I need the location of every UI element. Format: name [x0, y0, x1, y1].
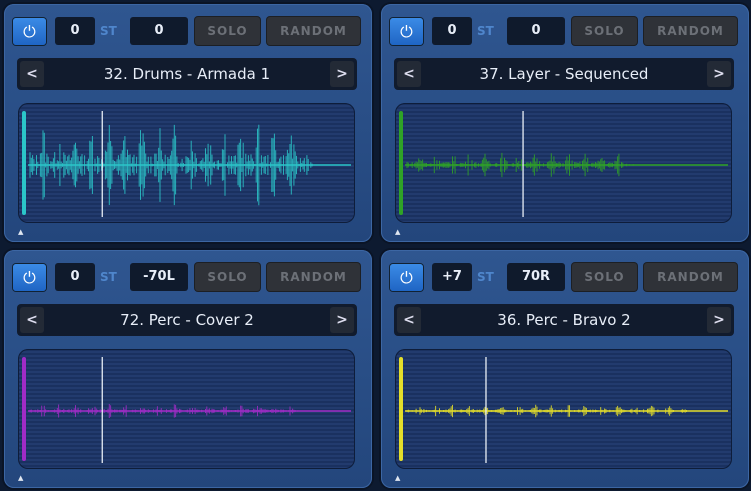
pan-field[interactable]: 0 — [130, 17, 188, 45]
prev-sample-button[interactable]: < — [20, 307, 44, 333]
sample-name[interactable]: 32. Drums - Armada 1 — [47, 58, 327, 90]
sample-slot-3: ⏻ 0 ST -70L SOLO RANDOM < 72. Perc - Cov… — [4, 250, 372, 488]
next-sample-button[interactable]: > — [330, 307, 354, 333]
tune-field[interactable]: 0 — [55, 17, 95, 45]
tune-field[interactable]: 0 — [55, 263, 95, 291]
random-button[interactable]: RANDOM — [644, 17, 737, 45]
next-sample-button[interactable]: > — [330, 61, 354, 87]
pan-field[interactable]: -70L — [130, 263, 188, 291]
prev-sample-button[interactable]: < — [397, 307, 421, 333]
sample-selector: < 32. Drums - Armada 1 > — [17, 58, 357, 90]
sample-slot-4: ⏻ +7 ST 70R SOLO RANDOM < 36. Perc - Bra… — [381, 250, 749, 488]
pan-field[interactable]: 0 — [507, 17, 565, 45]
power-button[interactable]: ⏻ — [390, 264, 423, 291]
waveform — [399, 357, 728, 463]
power-icon: ⏻ — [400, 268, 413, 287]
solo-button[interactable]: SOLO — [572, 263, 637, 291]
sample-selector: < 36. Perc - Bravo 2 > — [394, 304, 734, 336]
sample-name[interactable]: 72. Perc - Cover 2 — [47, 304, 327, 336]
pan-field[interactable]: 70R — [507, 263, 565, 291]
waveform — [22, 357, 351, 463]
next-sample-button[interactable]: > — [707, 307, 731, 333]
start-marker-icon[interactable]: ▲ — [395, 474, 400, 482]
random-button[interactable]: RANDOM — [267, 263, 360, 291]
waveform — [399, 111, 728, 217]
tune-field[interactable]: 0 — [432, 17, 472, 45]
waveform-display[interactable] — [395, 103, 732, 223]
waveform-display[interactable] — [18, 103, 355, 223]
sample-selector: < 37. Layer - Sequenced > — [394, 58, 734, 90]
sample-slot-1: ⏻ 0 ST 0 SOLO RANDOM < 32. Drums - Armad… — [4, 4, 372, 242]
power-button[interactable]: ⏻ — [13, 264, 46, 291]
semitone-label: ST — [100, 24, 117, 38]
power-button[interactable]: ⏻ — [390, 18, 423, 45]
waveform — [22, 111, 351, 217]
solo-button[interactable]: SOLO — [572, 17, 637, 45]
sample-selector: < 72. Perc - Cover 2 > — [17, 304, 357, 336]
sample-slot-2: ⏻ 0 ST 0 SOLO RANDOM < 37. Layer - Seque… — [381, 4, 749, 242]
solo-button[interactable]: SOLO — [195, 17, 260, 45]
power-button[interactable]: ⏻ — [13, 18, 46, 45]
start-marker-icon[interactable]: ▲ — [18, 228, 23, 236]
start-marker-icon[interactable]: ▲ — [18, 474, 23, 482]
semitone-label: ST — [100, 270, 117, 284]
semitone-label: ST — [477, 270, 494, 284]
random-button[interactable]: RANDOM — [644, 263, 737, 291]
start-marker-icon[interactable]: ▲ — [395, 228, 400, 236]
power-icon: ⏻ — [23, 268, 36, 287]
semitone-label: ST — [477, 24, 494, 38]
tune-field[interactable]: +7 — [432, 263, 472, 291]
sample-name[interactable]: 37. Layer - Sequenced — [424, 58, 704, 90]
waveform-display[interactable] — [395, 349, 732, 469]
power-icon: ⏻ — [23, 22, 36, 41]
waveform-display[interactable] — [18, 349, 355, 469]
solo-button[interactable]: SOLO — [195, 263, 260, 291]
random-button[interactable]: RANDOM — [267, 17, 360, 45]
power-icon: ⏻ — [400, 22, 413, 41]
prev-sample-button[interactable]: < — [20, 61, 44, 87]
next-sample-button[interactable]: > — [707, 61, 731, 87]
sample-name[interactable]: 36. Perc - Bravo 2 — [424, 304, 704, 336]
prev-sample-button[interactable]: < — [397, 61, 421, 87]
